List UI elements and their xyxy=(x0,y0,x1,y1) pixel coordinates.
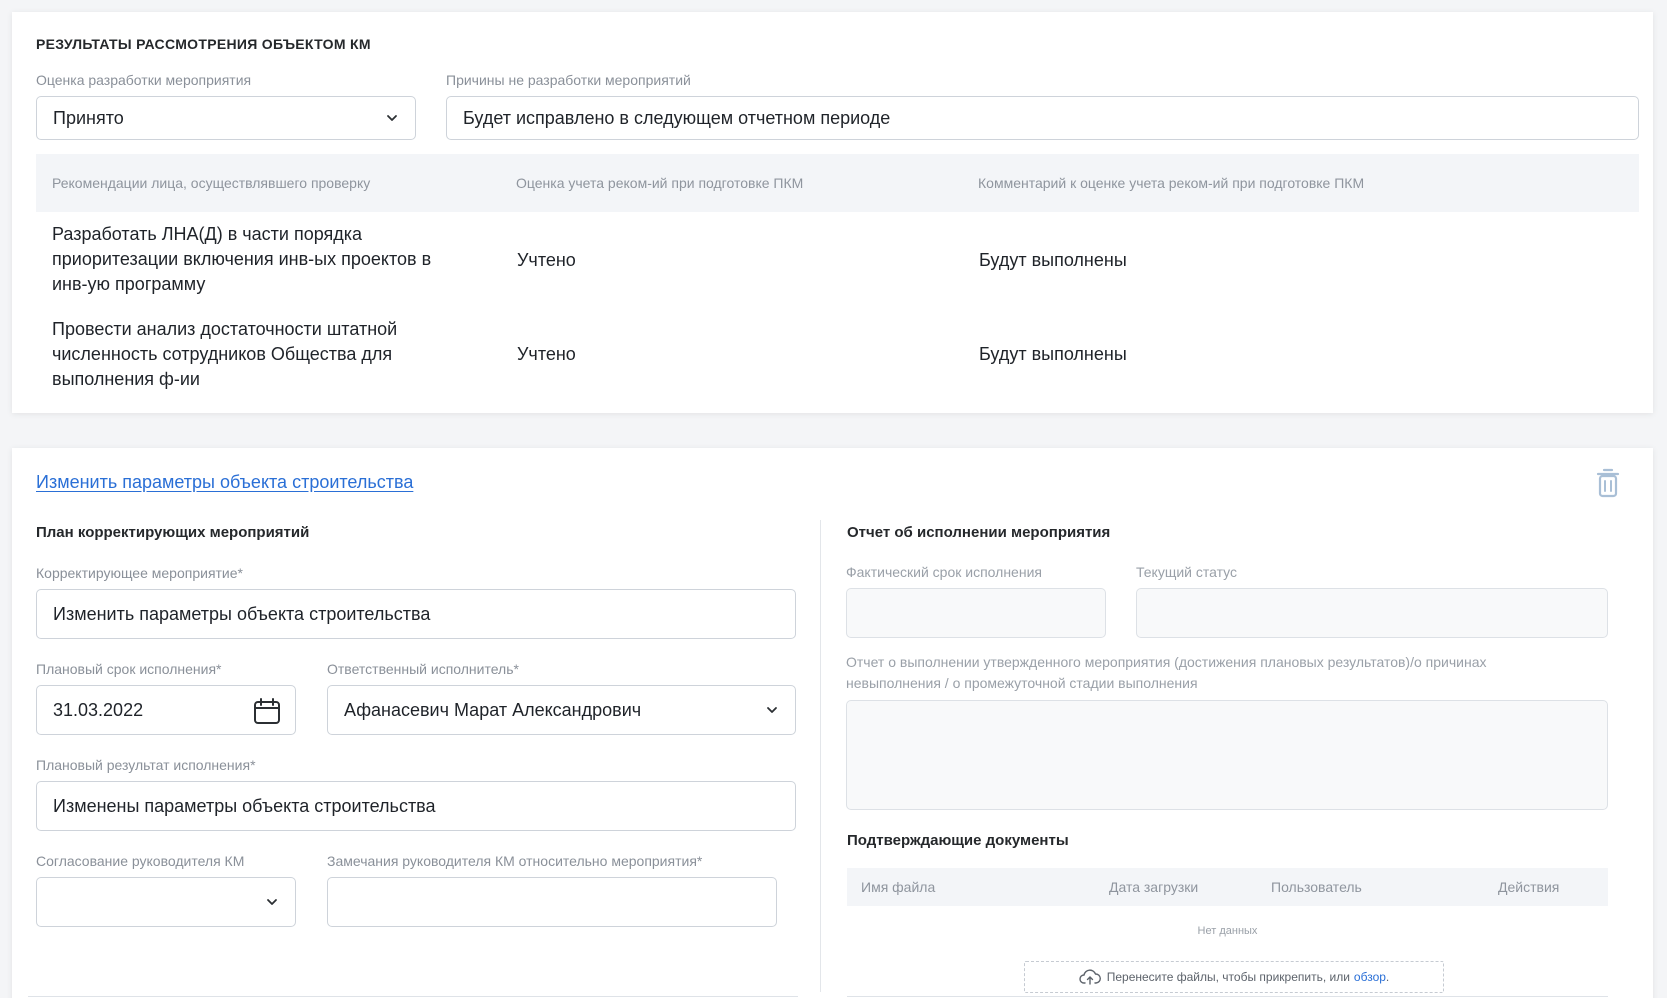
no-data-text: Нет данных xyxy=(1197,925,1258,937)
result-label: Плановый результат исполнения* xyxy=(36,757,256,773)
plan-section-title: План корректирующих мероприятий xyxy=(36,524,310,541)
cloud-upload-icon xyxy=(1079,969,1101,985)
row1-recommendation: Разработать ЛНА(Д) в части порядка приор… xyxy=(52,224,432,294)
reasons-label: Причины не разработки мероприятий xyxy=(446,72,691,88)
chevron-down-icon xyxy=(767,707,777,713)
th-recommendation: Рекомендации лица, осуществлявшего прове… xyxy=(52,175,371,191)
browse-suffix: . xyxy=(1385,970,1390,984)
due-date-value: 31.03.2022 xyxy=(53,699,144,720)
report-label-line1: Отчет о выполнении утвержденного меропри… xyxy=(846,654,1487,670)
th-assessment: Оценка учета реком-ий при подготовке ПКМ xyxy=(516,175,804,191)
drop-text: Перенесите файлы, чтобы прикрепить, или xyxy=(1106,970,1350,984)
approval-label: Согласование руководителя КМ xyxy=(36,853,245,869)
docs-table-header: Имя файла Дата загрузки Пользователь Дей… xyxy=(847,868,1608,906)
report-label-line2: невыполнения / о промежуточной стадии вы… xyxy=(846,675,1198,691)
calendar-icon[interactable] xyxy=(253,697,281,725)
review-section-title: РЕЗУЛЬТАТЫ РАССМОТРЕНИЯ ОБЪЕКТОМ КМ xyxy=(36,36,371,52)
actual-date-label: Фактический срок исполнения xyxy=(846,564,1042,580)
approval-select[interactable] xyxy=(36,877,296,927)
report-textarea[interactable] xyxy=(846,700,1608,810)
th-user: Пользователь xyxy=(1271,879,1362,895)
corrective-plan-card: Изменить параметры объекта строительства… xyxy=(12,448,1653,998)
row2-comment: Будут выполнены xyxy=(979,344,1127,364)
edit-object-link[interactable]: Изменить параметры объекта строительства xyxy=(36,472,413,493)
column-divider xyxy=(820,520,821,992)
reasons-value: Будет исправлено в следующем отчетном пе… xyxy=(463,107,891,128)
th-comment: Комментарий к оценке учета реком-ий при … xyxy=(978,175,1365,191)
row2-assessment: Учтено xyxy=(517,344,576,364)
assessment-value: Принято xyxy=(53,107,124,128)
trash-icon[interactable] xyxy=(1596,468,1620,498)
browse-link[interactable]: обзор xyxy=(1354,970,1386,984)
row1-assessment: Учтено xyxy=(517,250,576,270)
file-dropzone[interactable]: Перенесите файлы, чтобы прикрепить, или … xyxy=(1024,961,1444,993)
left-bottom-divider xyxy=(28,996,798,997)
report-section-title: Отчет об исполнении мероприятия xyxy=(847,524,1111,541)
recommendations-table-header: Рекомендации лица, осуществлявшего прове… xyxy=(36,154,1639,212)
measure-value: Изменить параметры объекта строительства xyxy=(53,603,431,624)
actual-date-input[interactable] xyxy=(846,588,1106,638)
right-bottom-divider xyxy=(847,996,1608,997)
result-input[interactable]: Изменены параметры объекта строительства xyxy=(36,781,796,831)
chevron-down-icon xyxy=(387,115,397,121)
remarks-input[interactable] xyxy=(327,877,777,927)
result-value: Изменены параметры объекта строительства xyxy=(53,795,436,816)
due-date-input[interactable]: 31.03.2022 xyxy=(36,685,296,735)
measure-label: Корректирующее мероприятие* xyxy=(36,565,243,581)
row2-recommendation: Провести анализ достаточности штатной чи… xyxy=(52,319,398,389)
chevron-down-icon xyxy=(267,899,277,905)
docs-section-title: Подтверждающие документы xyxy=(847,832,1069,849)
status-input[interactable] xyxy=(1136,588,1608,638)
th-file-name: Имя файла xyxy=(861,879,936,895)
review-results-card: РЕЗУЛЬТАТЫ РАССМОТРЕНИЯ ОБЪЕКТОМ КМ Оцен… xyxy=(12,12,1653,413)
due-date-label: Плановый срок исполнения* xyxy=(36,661,222,677)
assessment-label: Оценка разработки мероприятия xyxy=(36,72,252,88)
row1-comment: Будут выполнены xyxy=(979,250,1127,270)
reasons-input[interactable]: Будет исправлено в следующем отчетном пе… xyxy=(446,96,1639,140)
th-upload-date: Дата загрузки xyxy=(1109,879,1199,895)
executor-select[interactable]: Афанасевич Марат Александрович xyxy=(327,685,796,735)
executor-label: Ответственный исполнитель* xyxy=(327,661,519,677)
remarks-label: Замечания руководителя КМ относительно м… xyxy=(327,853,703,869)
th-actions: Действия xyxy=(1498,879,1560,895)
assessment-select[interactable]: Принято xyxy=(36,96,416,140)
executor-value: Афанасевич Марат Александрович xyxy=(344,699,642,720)
status-label: Текущий статус xyxy=(1136,564,1238,580)
measure-input[interactable]: Изменить параметры объекта строительства xyxy=(36,589,796,639)
